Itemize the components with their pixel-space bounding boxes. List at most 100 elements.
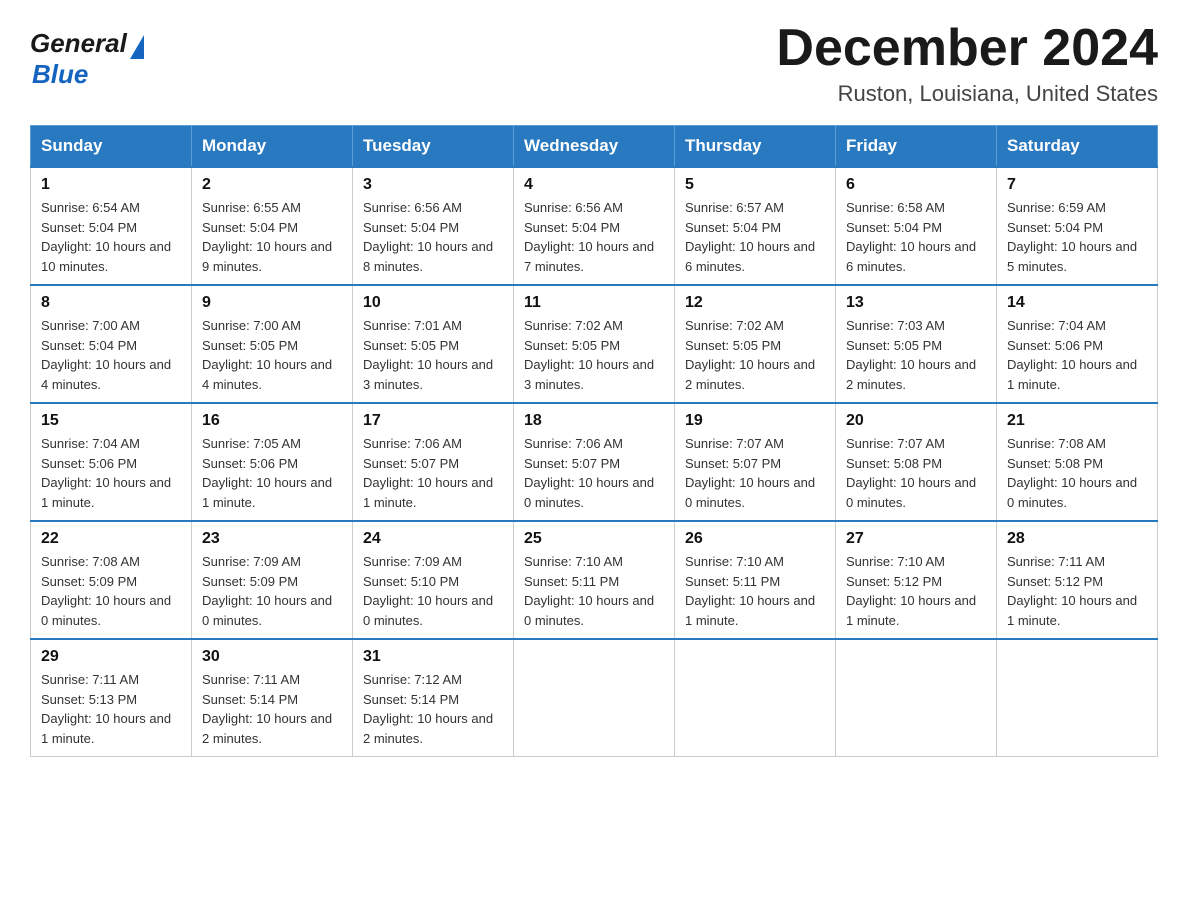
sunset-label: Sunset: 5:05 PM [202, 338, 298, 353]
sunset-label: Sunset: 5:04 PM [41, 338, 137, 353]
calendar-cell: 2 Sunrise: 6:55 AM Sunset: 5:04 PM Dayli… [192, 167, 353, 285]
day-number: 29 [41, 648, 181, 666]
day-info: Sunrise: 7:06 AM Sunset: 5:07 PM Dayligh… [524, 434, 664, 512]
sunrise-label: Sunrise: 7:02 AM [524, 318, 623, 333]
calendar-cell: 12 Sunrise: 7:02 AM Sunset: 5:05 PM Dayl… [675, 285, 836, 403]
calendar-cell: 13 Sunrise: 7:03 AM Sunset: 5:05 PM Dayl… [836, 285, 997, 403]
day-info: Sunrise: 7:09 AM Sunset: 5:09 PM Dayligh… [202, 552, 342, 630]
sunset-label: Sunset: 5:07 PM [363, 456, 459, 471]
calendar-cell: 28 Sunrise: 7:11 AM Sunset: 5:12 PM Dayl… [997, 521, 1158, 639]
sunrise-label: Sunrise: 7:09 AM [363, 554, 462, 569]
sunrise-label: Sunrise: 7:04 AM [1007, 318, 1106, 333]
day-info: Sunrise: 6:58 AM Sunset: 5:04 PM Dayligh… [846, 198, 986, 276]
day-number: 24 [363, 530, 503, 548]
day-number: 20 [846, 412, 986, 430]
day-info: Sunrise: 7:06 AM Sunset: 5:07 PM Dayligh… [363, 434, 503, 512]
sunrise-label: Sunrise: 7:02 AM [685, 318, 784, 333]
daylight-label: Daylight: 10 hours and 0 minutes. [524, 475, 654, 510]
location-subtitle: Ruston, Louisiana, United States [776, 81, 1158, 107]
calendar-cell [836, 639, 997, 757]
day-number: 21 [1007, 412, 1147, 430]
daylight-label: Daylight: 10 hours and 0 minutes. [41, 593, 171, 628]
daylight-label: Daylight: 10 hours and 1 minute. [41, 711, 171, 746]
day-number: 14 [1007, 294, 1147, 312]
column-header-tuesday: Tuesday [353, 126, 514, 168]
calendar-cell [675, 639, 836, 757]
sunset-label: Sunset: 5:05 PM [846, 338, 942, 353]
sunset-label: Sunset: 5:06 PM [41, 456, 137, 471]
calendar-cell: 19 Sunrise: 7:07 AM Sunset: 5:07 PM Dayl… [675, 403, 836, 521]
day-number: 30 [202, 648, 342, 666]
daylight-label: Daylight: 10 hours and 1 minute. [363, 475, 493, 510]
day-info: Sunrise: 7:09 AM Sunset: 5:10 PM Dayligh… [363, 552, 503, 630]
sunset-label: Sunset: 5:13 PM [41, 692, 137, 707]
day-number: 22 [41, 530, 181, 548]
calendar-cell: 5 Sunrise: 6:57 AM Sunset: 5:04 PM Dayli… [675, 167, 836, 285]
calendar-cell: 29 Sunrise: 7:11 AM Sunset: 5:13 PM Dayl… [31, 639, 192, 757]
daylight-label: Daylight: 10 hours and 0 minutes. [685, 475, 815, 510]
day-number: 19 [685, 412, 825, 430]
day-info: Sunrise: 7:11 AM Sunset: 5:13 PM Dayligh… [41, 670, 181, 748]
sunrise-label: Sunrise: 7:05 AM [202, 436, 301, 451]
sunset-label: Sunset: 5:12 PM [1007, 574, 1103, 589]
daylight-label: Daylight: 10 hours and 0 minutes. [1007, 475, 1137, 510]
calendar-cell: 25 Sunrise: 7:10 AM Sunset: 5:11 PM Dayl… [514, 521, 675, 639]
daylight-label: Daylight: 10 hours and 7 minutes. [524, 239, 654, 274]
sunrise-label: Sunrise: 7:00 AM [202, 318, 301, 333]
column-header-saturday: Saturday [997, 126, 1158, 168]
day-info: Sunrise: 7:10 AM Sunset: 5:12 PM Dayligh… [846, 552, 986, 630]
column-header-friday: Friday [836, 126, 997, 168]
day-info: Sunrise: 7:11 AM Sunset: 5:14 PM Dayligh… [202, 670, 342, 748]
sunrise-label: Sunrise: 6:54 AM [41, 200, 140, 215]
calendar-cell: 4 Sunrise: 6:56 AM Sunset: 5:04 PM Dayli… [514, 167, 675, 285]
daylight-label: Daylight: 10 hours and 0 minutes. [846, 475, 976, 510]
calendar-cell: 24 Sunrise: 7:09 AM Sunset: 5:10 PM Dayl… [353, 521, 514, 639]
day-info: Sunrise: 6:56 AM Sunset: 5:04 PM Dayligh… [363, 198, 503, 276]
calendar-cell: 23 Sunrise: 7:09 AM Sunset: 5:09 PM Dayl… [192, 521, 353, 639]
day-info: Sunrise: 7:07 AM Sunset: 5:08 PM Dayligh… [846, 434, 986, 512]
sunrise-label: Sunrise: 7:03 AM [846, 318, 945, 333]
sunrise-label: Sunrise: 7:11 AM [1007, 554, 1105, 569]
column-header-monday: Monday [192, 126, 353, 168]
sunset-label: Sunset: 5:14 PM [363, 692, 459, 707]
week-row-5: 29 Sunrise: 7:11 AM Sunset: 5:13 PM Dayl… [31, 639, 1158, 757]
sunrise-label: Sunrise: 6:57 AM [685, 200, 784, 215]
calendar-cell: 7 Sunrise: 6:59 AM Sunset: 5:04 PM Dayli… [997, 167, 1158, 285]
day-info: Sunrise: 7:02 AM Sunset: 5:05 PM Dayligh… [524, 316, 664, 394]
sunrise-label: Sunrise: 7:10 AM [524, 554, 623, 569]
day-number: 18 [524, 412, 664, 430]
sunset-label: Sunset: 5:11 PM [524, 574, 619, 589]
sunset-label: Sunset: 5:07 PM [524, 456, 620, 471]
daylight-label: Daylight: 10 hours and 1 minute. [685, 593, 815, 628]
day-number: 7 [1007, 176, 1147, 194]
calendar-cell: 26 Sunrise: 7:10 AM Sunset: 5:11 PM Dayl… [675, 521, 836, 639]
sunset-label: Sunset: 5:05 PM [363, 338, 459, 353]
daylight-label: Daylight: 10 hours and 2 minutes. [363, 711, 493, 746]
daylight-label: Daylight: 10 hours and 6 minutes. [685, 239, 815, 274]
day-info: Sunrise: 7:10 AM Sunset: 5:11 PM Dayligh… [685, 552, 825, 630]
day-number: 25 [524, 530, 664, 548]
day-info: Sunrise: 7:08 AM Sunset: 5:08 PM Dayligh… [1007, 434, 1147, 512]
calendar-cell: 27 Sunrise: 7:10 AM Sunset: 5:12 PM Dayl… [836, 521, 997, 639]
sunset-label: Sunset: 5:04 PM [1007, 220, 1103, 235]
sunrise-label: Sunrise: 7:09 AM [202, 554, 301, 569]
sunrise-label: Sunrise: 7:04 AM [41, 436, 140, 451]
day-info: Sunrise: 6:56 AM Sunset: 5:04 PM Dayligh… [524, 198, 664, 276]
day-info: Sunrise: 7:00 AM Sunset: 5:04 PM Dayligh… [41, 316, 181, 394]
day-number: 13 [846, 294, 986, 312]
sunrise-label: Sunrise: 7:10 AM [846, 554, 945, 569]
day-info: Sunrise: 7:01 AM Sunset: 5:05 PM Dayligh… [363, 316, 503, 394]
sunrise-label: Sunrise: 7:08 AM [1007, 436, 1106, 451]
day-number: 23 [202, 530, 342, 548]
calendar-cell: 22 Sunrise: 7:08 AM Sunset: 5:09 PM Dayl… [31, 521, 192, 639]
sunrise-label: Sunrise: 7:01 AM [363, 318, 462, 333]
sunset-label: Sunset: 5:04 PM [202, 220, 298, 235]
day-number: 31 [363, 648, 503, 666]
column-header-thursday: Thursday [675, 126, 836, 168]
day-number: 9 [202, 294, 342, 312]
day-info: Sunrise: 7:11 AM Sunset: 5:12 PM Dayligh… [1007, 552, 1147, 630]
sunrise-label: Sunrise: 7:11 AM [41, 672, 139, 687]
daylight-label: Daylight: 10 hours and 3 minutes. [524, 357, 654, 392]
week-row-4: 22 Sunrise: 7:08 AM Sunset: 5:09 PM Dayl… [31, 521, 1158, 639]
daylight-label: Daylight: 10 hours and 4 minutes. [41, 357, 171, 392]
